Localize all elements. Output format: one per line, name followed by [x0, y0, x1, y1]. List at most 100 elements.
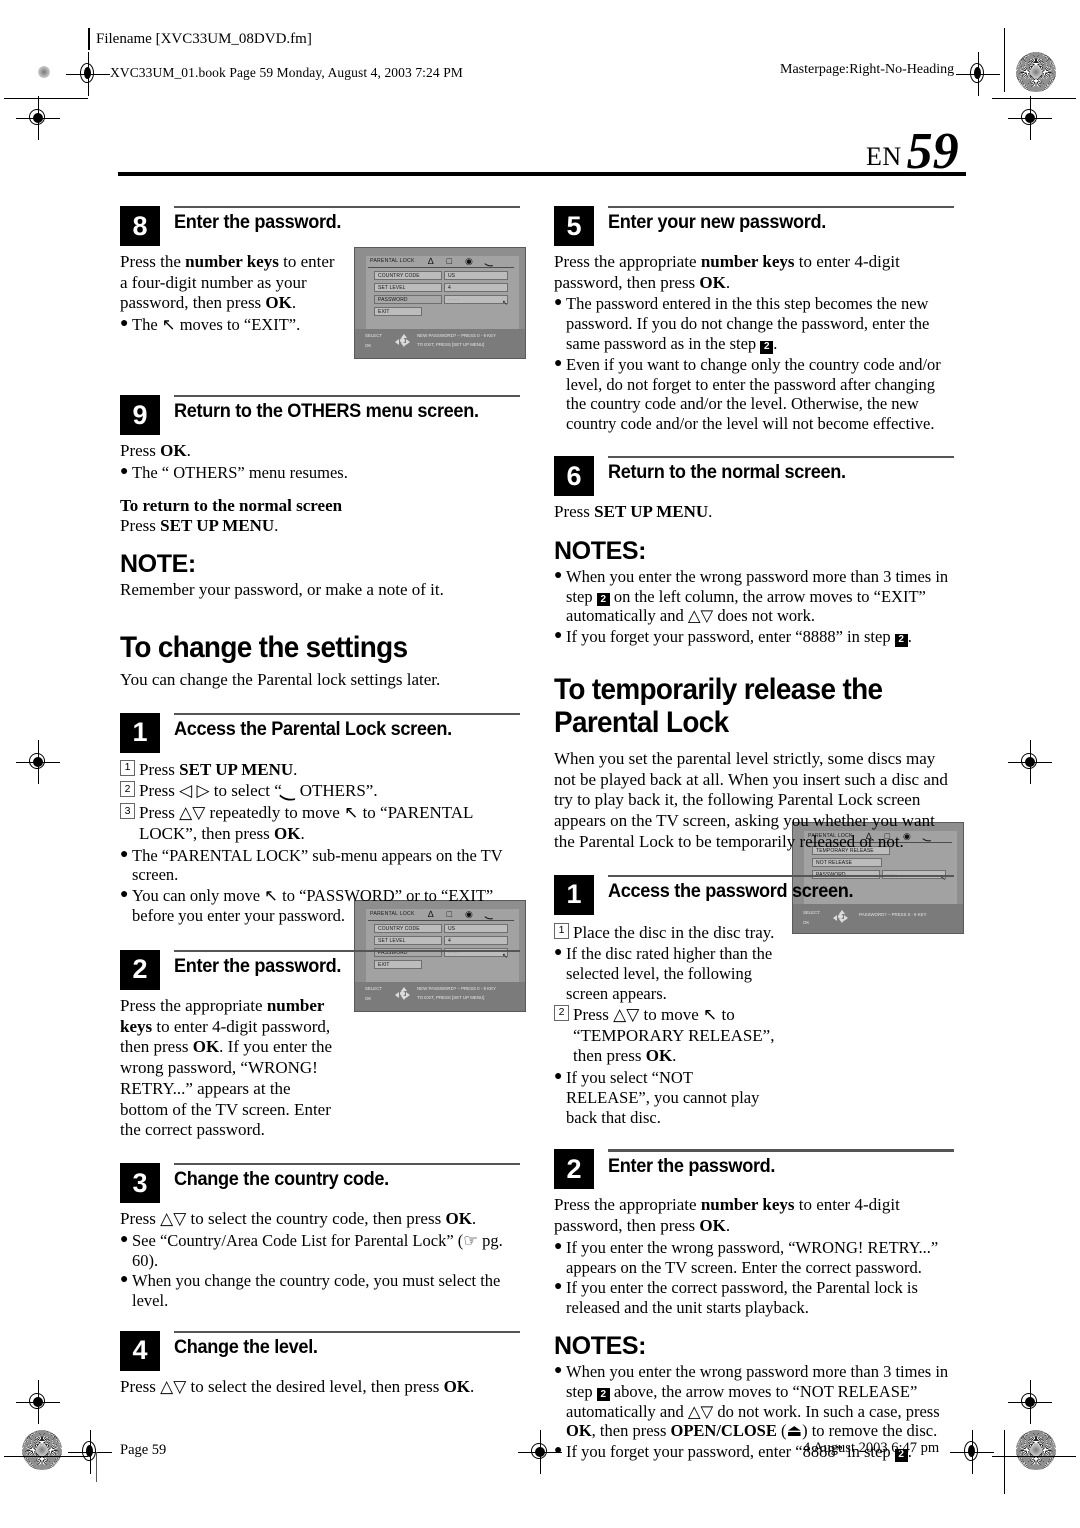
step-5-bullet-2-text: Even if you want to change only the coun…	[566, 354, 941, 434]
step-9-bullet-text: The “ OTHERS” menu resumes.	[132, 462, 348, 482]
sub-step-number: 3	[120, 803, 135, 820]
section-heading-change-settings: To change the settings	[120, 631, 408, 664]
step-6-title: Return to the normal screen.	[608, 461, 846, 484]
step-ref-badge: 2	[760, 340, 774, 354]
step-3-body-bold: OK	[445, 1209, 472, 1228]
trim-line-upper-right	[992, 98, 1076, 100]
step-9-number: 9	[120, 395, 160, 435]
manual-page: Filename [XVC33UM_08DVD.fm] XVC33UM_01.b…	[0, 0, 1080, 1528]
bullet-dot-icon: ●	[554, 1443, 563, 1459]
step-1b-bullet-2-text: If you select “NOT RELEASE”, you cannot …	[566, 1067, 760, 1127]
step-5-title: Enter your new password.	[608, 211, 826, 234]
step-6-note-2: ● If you forget your password, enter “88…	[554, 627, 954, 647]
bullet-dot-icon: ●	[120, 846, 129, 862]
step-3-bullet-2: ● When you change the country code, you …	[120, 1271, 520, 1311]
trim-line-lower-left	[4, 1456, 88, 1458]
step-6-number: 6	[554, 456, 594, 497]
page-number-block: EN 59	[866, 126, 959, 178]
trim-line-vert-right-bottom	[1004, 1430, 1006, 1494]
bullet-dot-icon: ●	[120, 316, 129, 332]
step-3-body: Press △▽ to select the country code, the…	[120, 1209, 520, 1230]
step-1-item-3: 3 Press △▽ repeatedly to move ↖ to “PARE…	[120, 803, 520, 844]
page-lang-label: EN	[866, 141, 902, 171]
registration-mark-top-right-inner	[956, 52, 1000, 96]
step-6-press: Press	[554, 502, 595, 522]
step-1-access-parental-lock: 1 Access the Parental Lock screen. 1 Pre…	[120, 712, 520, 926]
registration-mark-upper-left	[16, 96, 60, 140]
step-2b-bullet-1-text: If you enter the wrong password, “WRONG!…	[566, 1237, 939, 1277]
step-8: 8 Enter the password. Press the number k…	[120, 206, 520, 335]
note-body: Remember your password, or make a note o…	[120, 580, 444, 600]
step-2b-body-bold: number keys	[700, 1195, 795, 1215]
bullet-dot-icon: ●	[554, 628, 563, 644]
step-3-number: 3	[120, 1163, 160, 1203]
step-1b-item-1-text: Place the disc in the disc tray.	[573, 922, 775, 942]
step-3-rule	[174, 1163, 520, 1166]
step-1-access-password-screen: 1 Access the password screen. 1 Place th…	[554, 874, 954, 1128]
step-8-number: 8	[120, 206, 160, 246]
step-1-title: Access the Parental Lock screen.	[174, 718, 452, 741]
step-2-body: Press the appropriate number keys to ent…	[120, 996, 342, 1141]
step-4-number: 4	[120, 1330, 160, 1371]
starburst-mark-bottom-left	[22, 1430, 62, 1470]
step-2-number: 2	[120, 949, 160, 990]
header-rule	[118, 172, 966, 176]
step-1b-item-1: 1 Place the disc in the disc tray.	[554, 922, 778, 944]
note-heading: NOTE:	[120, 550, 196, 579]
step-6-rule	[608, 456, 954, 459]
bullet-dot-icon: ●	[554, 1238, 563, 1254]
step-4-change-level: 4 Change the level. Press △▽ to select t…	[120, 1330, 520, 1398]
step-3-title: Change the country code.	[174, 1168, 389, 1191]
step-2-body-bold2: OK	[192, 1037, 220, 1057]
bullet-dot-icon: ●	[554, 945, 563, 961]
sub-step-number: 2	[120, 781, 135, 798]
step-6-press-end: .	[708, 502, 713, 522]
section-heading-temporary-release: To temporarily release the Parental Lock	[554, 672, 883, 739]
step-1-item-2-text: Press ◁ ▷ to select “‿ OTHERS”.	[139, 780, 378, 802]
bullet-dot-icon: ●	[120, 1272, 129, 1288]
step-8-body: Press the number keys to enter a four-di…	[120, 252, 342, 314]
step-2b-rule	[608, 1149, 954, 1152]
registration-mark-lower-left	[16, 1380, 60, 1424]
step-4-body-bold: OK	[443, 1376, 471, 1396]
step-4-body-part2: .	[470, 1376, 475, 1396]
step-2-body-part1: Press the appropriate	[120, 995, 267, 1015]
step-1b-item-2: 2 Press △▽ to move ↖ to “TEMPORARY RELEA…	[554, 1004, 778, 1067]
step-3-body-part1: Press △▽ to select the country code, the…	[120, 1209, 446, 1228]
step-2b-title: Enter the password.	[608, 1154, 776, 1177]
step-8-bullet: ● The ↖ moves to “EXIT”.	[120, 315, 520, 335]
registration-mark-bottom-right-inner	[950, 1430, 994, 1474]
step-9-rule	[174, 395, 520, 398]
step-1b-number: 1	[554, 874, 594, 915]
section-intro-temporary-release: When you set the parental level strictly…	[554, 748, 948, 851]
starburst-mark-bottom-right	[1016, 1430, 1056, 1470]
right-column: 5 Enter your new password. Press the app…	[554, 192, 954, 1462]
registration-mark-upper-right	[1008, 96, 1052, 140]
step-4-rule	[174, 1330, 520, 1334]
step-5-body-part3: .	[725, 272, 731, 292]
step-5-bullet-2: ● Even if you want to change only the co…	[554, 355, 954, 434]
sub-step-number: 1	[120, 759, 135, 776]
starburst-mark-top-left	[24, 52, 64, 92]
step-6-note-1: ● When you enter the wrong password more…	[554, 567, 954, 626]
bullet-dot-icon: ●	[554, 567, 563, 583]
step-1-bullet-1-text: The “PARENTAL LOCK” sub-menu appears on …	[132, 845, 503, 885]
step-2-title: Enter the password.	[174, 955, 342, 978]
step-5-rule	[608, 206, 954, 209]
step-9-sub-press-bold: SET UP MENU	[160, 515, 275, 535]
step-8-body-part3: .	[291, 293, 297, 313]
step-5-body: Press the appropriate number keys to ent…	[554, 252, 954, 293]
step-8-body-part1: Press the	[120, 252, 186, 271]
step-2b-enter-password: 2 Enter the password. Press the appropri…	[554, 1149, 954, 1462]
step-5-body-bold2: OK	[699, 272, 726, 292]
registration-mark-mid-right	[1008, 740, 1052, 784]
step-3-bullet-1-text: See “Country/Area Code List for Parental…	[132, 1230, 503, 1270]
step-3-change-country-code: 3 Change the country code. Press △▽ to s…	[120, 1163, 520, 1311]
registration-mark-lower-right	[1008, 1380, 1052, 1424]
step-6-note-1-text: When you enter the wrong password more t…	[566, 566, 949, 626]
step-8-body-bold: number keys	[185, 252, 279, 271]
step-9-subhead: To return to the normal screen	[120, 495, 343, 515]
filename-label: Filename [XVC33UM_08DVD.fm]	[96, 31, 312, 47]
step-4-body: Press △▽ to select the desired level, th…	[120, 1377, 520, 1398]
step-2b-bullet-2-text: If you enter the correct password, the P…	[566, 1278, 918, 1318]
